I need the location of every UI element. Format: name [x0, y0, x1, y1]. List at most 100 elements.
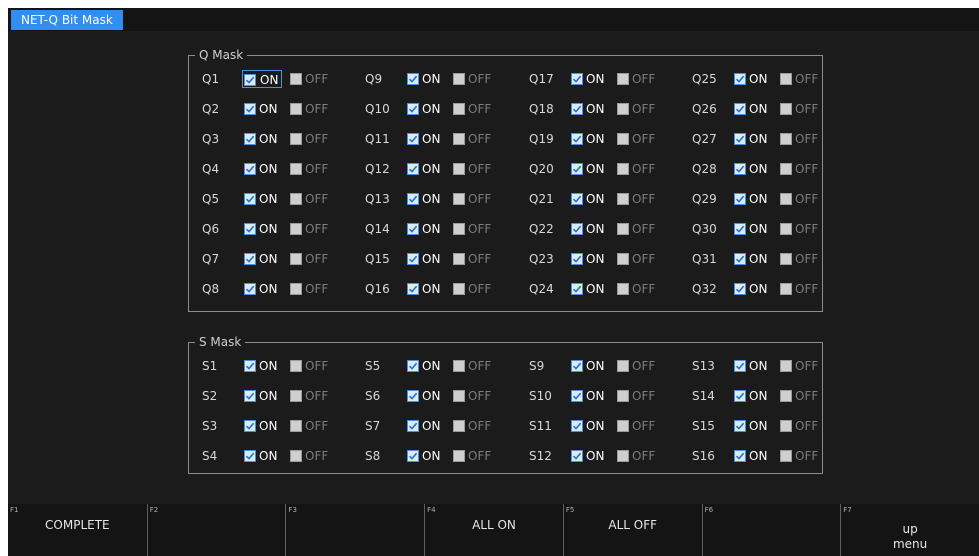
s12-off-checkbox[interactable] [617, 450, 629, 462]
q20-on-option[interactable]: ON [569, 160, 609, 178]
s12-on-checkbox[interactable] [571, 450, 583, 462]
q22-on-option[interactable]: ON [569, 220, 609, 238]
q12-on-checkbox[interactable] [407, 163, 419, 175]
q31-off-option[interactable]: OFF [780, 250, 826, 268]
q9-off-option[interactable]: OFF [453, 70, 499, 88]
q7-on-option[interactable]: ON [242, 250, 282, 268]
s4-off-checkbox[interactable] [290, 450, 302, 462]
q20-on-checkbox[interactable] [571, 163, 583, 175]
s14-on-option[interactable]: ON [732, 387, 772, 405]
function-key-f5[interactable]: F5 ALL OFF [562, 504, 702, 556]
q32-on-option[interactable]: ON [732, 280, 772, 298]
q14-off-option[interactable]: OFF [453, 220, 499, 238]
s3-on-option[interactable]: ON [242, 417, 282, 435]
tab-net-q-bit-mask[interactable]: NET-Q Bit Mask [11, 10, 123, 30]
s14-off-checkbox[interactable] [780, 390, 792, 402]
s13-off-option[interactable]: OFF [780, 357, 826, 375]
q17-off-checkbox[interactable] [617, 73, 629, 85]
q20-off-option[interactable]: OFF [617, 160, 663, 178]
q27-off-checkbox[interactable] [780, 133, 792, 145]
q31-on-checkbox[interactable] [734, 253, 746, 265]
q29-off-option[interactable]: OFF [780, 190, 826, 208]
q32-off-option[interactable]: OFF [780, 280, 826, 298]
q5-on-option[interactable]: ON [242, 190, 282, 208]
s16-off-option[interactable]: OFF [780, 447, 826, 465]
q30-on-option[interactable]: ON [732, 220, 772, 238]
s3-off-checkbox[interactable] [290, 420, 302, 432]
q30-on-checkbox[interactable] [734, 223, 746, 235]
q14-on-option[interactable]: ON [405, 220, 445, 238]
s11-on-checkbox[interactable] [571, 420, 583, 432]
q2-off-checkbox[interactable] [290, 103, 302, 115]
q28-off-option[interactable]: OFF [780, 160, 826, 178]
q23-off-checkbox[interactable] [617, 253, 629, 265]
q28-off-checkbox[interactable] [780, 163, 792, 175]
s5-off-checkbox[interactable] [453, 360, 465, 372]
q8-on-checkbox[interactable] [244, 283, 256, 295]
s5-off-option[interactable]: OFF [453, 357, 499, 375]
q28-on-option[interactable]: ON [732, 160, 772, 178]
q5-on-checkbox[interactable] [244, 193, 256, 205]
q7-off-option[interactable]: OFF [290, 250, 336, 268]
q6-off-option[interactable]: OFF [290, 220, 336, 238]
s6-on-checkbox[interactable] [407, 390, 419, 402]
s3-off-option[interactable]: OFF [290, 417, 336, 435]
q27-on-option[interactable]: ON [732, 130, 772, 148]
function-key-f6[interactable]: F6 [701, 504, 841, 556]
q24-off-checkbox[interactable] [617, 283, 629, 295]
q3-on-checkbox[interactable] [244, 133, 256, 145]
q14-on-checkbox[interactable] [407, 223, 419, 235]
q17-on-checkbox[interactable] [571, 73, 583, 85]
q22-on-checkbox[interactable] [571, 223, 583, 235]
q29-on-option[interactable]: ON [732, 190, 772, 208]
q18-off-option[interactable]: OFF [617, 100, 663, 118]
q3-on-option[interactable]: ON [242, 130, 282, 148]
q19-on-checkbox[interactable] [571, 133, 583, 145]
s6-on-option[interactable]: ON [405, 387, 445, 405]
q18-off-checkbox[interactable] [617, 103, 629, 115]
q3-off-option[interactable]: OFF [290, 130, 336, 148]
s5-on-checkbox[interactable] [407, 360, 419, 372]
q30-off-option[interactable]: OFF [780, 220, 826, 238]
q13-on-option[interactable]: ON [405, 190, 445, 208]
q13-on-checkbox[interactable] [407, 193, 419, 205]
q8-off-checkbox[interactable] [290, 283, 302, 295]
q32-off-checkbox[interactable] [780, 283, 792, 295]
q1-on-option[interactable]: ON [242, 70, 282, 88]
s12-off-option[interactable]: OFF [617, 447, 663, 465]
q19-off-checkbox[interactable] [617, 133, 629, 145]
s11-on-option[interactable]: ON [569, 417, 609, 435]
s10-on-option[interactable]: ON [569, 387, 609, 405]
q15-off-checkbox[interactable] [453, 253, 465, 265]
q8-on-option[interactable]: ON [242, 280, 282, 298]
s1-on-option[interactable]: ON [242, 357, 282, 375]
q10-on-option[interactable]: ON [405, 100, 445, 118]
function-key-f2[interactable]: F2 [146, 504, 286, 556]
s10-on-checkbox[interactable] [571, 390, 583, 402]
q19-on-option[interactable]: ON [569, 130, 609, 148]
q1-on-checkbox[interactable] [244, 74, 256, 86]
q19-off-option[interactable]: OFF [617, 130, 663, 148]
q16-off-option[interactable]: OFF [453, 280, 499, 298]
s16-on-option[interactable]: ON [732, 447, 772, 465]
q5-off-option[interactable]: OFF [290, 190, 336, 208]
q24-off-option[interactable]: OFF [617, 280, 663, 298]
q4-off-option[interactable]: OFF [290, 160, 336, 178]
q29-off-checkbox[interactable] [780, 193, 792, 205]
q3-off-checkbox[interactable] [290, 133, 302, 145]
q22-off-checkbox[interactable] [617, 223, 629, 235]
q12-off-option[interactable]: OFF [453, 160, 499, 178]
s5-on-option[interactable]: ON [405, 357, 445, 375]
q8-off-option[interactable]: OFF [290, 280, 336, 298]
q10-on-checkbox[interactable] [407, 103, 419, 115]
q29-on-checkbox[interactable] [734, 193, 746, 205]
s9-on-checkbox[interactable] [571, 360, 583, 372]
q9-on-checkbox[interactable] [407, 73, 419, 85]
q27-on-checkbox[interactable] [734, 133, 746, 145]
q1-off-checkbox[interactable] [290, 73, 302, 85]
function-key-f1[interactable]: F1 COMPLETE [8, 504, 147, 556]
q18-on-option[interactable]: ON [569, 100, 609, 118]
q2-off-option[interactable]: OFF [290, 100, 336, 118]
s10-off-checkbox[interactable] [617, 390, 629, 402]
q10-off-checkbox[interactable] [453, 103, 465, 115]
